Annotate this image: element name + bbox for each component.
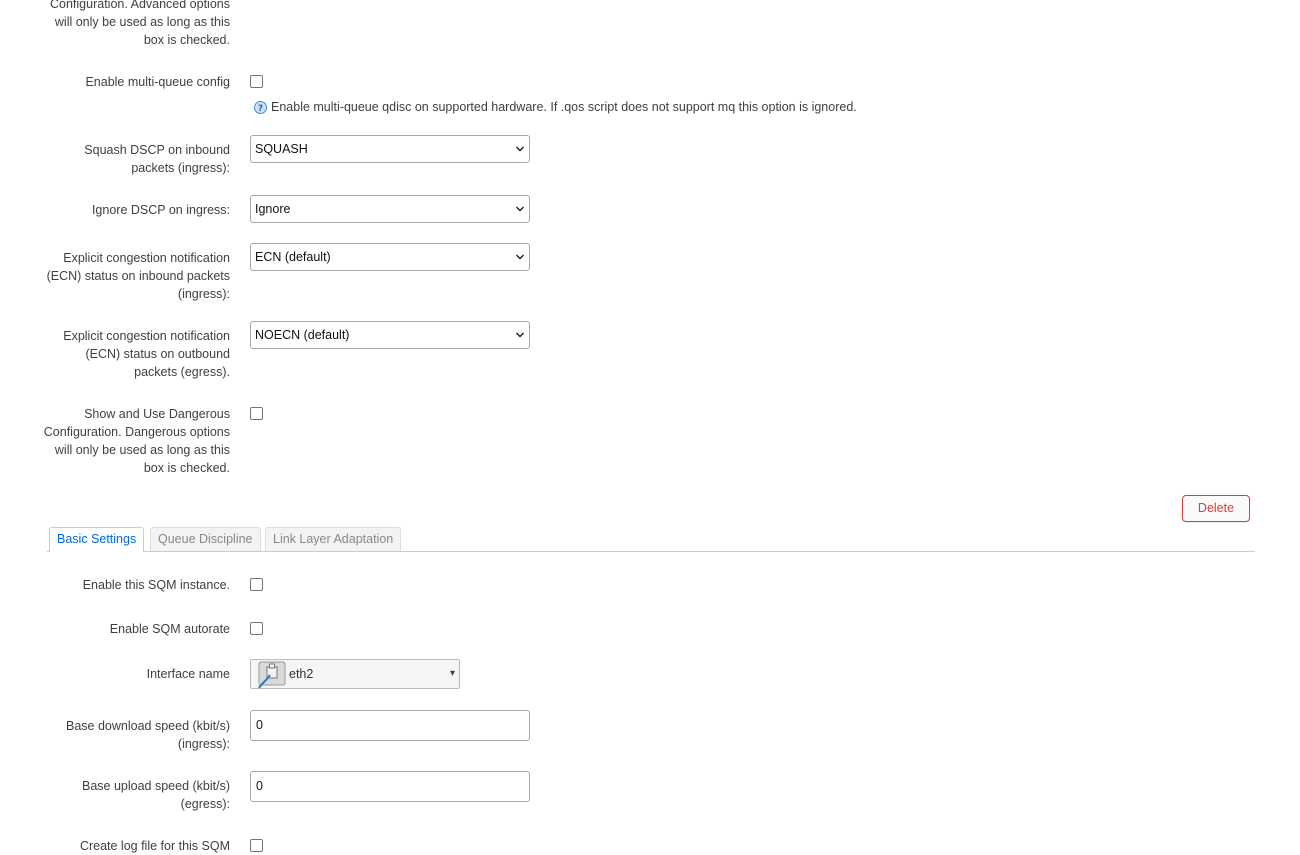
ignore-dscp-label: Ignore DSCP on ingress: bbox=[91, 203, 230, 217]
ecn-ingress-value: ECN (default) bbox=[255, 250, 331, 264]
delete-button[interactable]: Delete bbox=[1182, 495, 1250, 522]
chevron-down-icon bbox=[516, 332, 524, 338]
tab-queue-discipline[interactable]: Queue Discipline bbox=[150, 527, 261, 551]
ignore-dscp-select[interactable]: Ignore bbox=[250, 195, 530, 223]
ethernet-port-icon bbox=[256, 661, 286, 692]
enable-instance-checkbox[interactable] bbox=[250, 578, 263, 591]
squash-dscp-value: SQUASH bbox=[255, 142, 308, 156]
enable-autorate-label: Enable SQM autorate bbox=[109, 622, 230, 636]
download-speed-label: Base download speed (kbit/s) (ingress): bbox=[66, 719, 230, 751]
dropdown-arrow-icon: ▾ bbox=[449, 668, 455, 679]
squash-dscp-select[interactable]: SQUASH bbox=[250, 135, 530, 163]
multiqueue-hint-text: Enable multi-queue qdisc on supported ha… bbox=[271, 100, 857, 114]
advanced-config-label: Configuration. Advanced options will onl… bbox=[50, 0, 230, 47]
ecn-egress-label: Explicit congestion notification (ECN) s… bbox=[63, 329, 230, 379]
logfile-checkbox[interactable] bbox=[250, 839, 263, 852]
dangerous-config-label: Show and Use Dangerous Configuration. Da… bbox=[43, 407, 230, 475]
help-icon: ? bbox=[254, 101, 267, 118]
interface-select[interactable]: eth2 ▾ bbox=[250, 659, 460, 689]
multiqueue-label: Enable multi-queue config bbox=[85, 75, 230, 89]
chevron-down-icon bbox=[516, 206, 524, 212]
multiqueue-hint: ? Enable multi-queue qdisc on supported … bbox=[254, 99, 857, 118]
ecn-ingress-label: Explicit congestion notification (ECN) s… bbox=[46, 251, 230, 301]
enable-instance-label: Enable this SQM instance. bbox=[82, 578, 230, 592]
download-speed-input[interactable]: 0 bbox=[250, 710, 530, 741]
svg-text:?: ? bbox=[258, 104, 263, 114]
tab-link-layer-adaptation[interactable]: Link Layer Adaptation bbox=[265, 527, 402, 551]
dangerous-config-checkbox[interactable] bbox=[250, 407, 263, 420]
interface-value: eth2 bbox=[289, 667, 314, 681]
tab-bar: Basic Settings Queue Discipline Link Lay… bbox=[47, 527, 1255, 552]
upload-speed-input[interactable]: 0 bbox=[250, 771, 530, 802]
squash-dscp-label: Squash DSCP on inbound packets (ingress)… bbox=[84, 143, 230, 175]
enable-autorate-checkbox[interactable] bbox=[250, 622, 263, 635]
tab-basic-settings[interactable]: Basic Settings bbox=[49, 527, 145, 552]
chevron-down-icon bbox=[516, 254, 524, 260]
ecn-egress-value: NOECN (default) bbox=[255, 328, 350, 342]
multiqueue-checkbox[interactable] bbox=[250, 75, 263, 88]
ignore-dscp-value: Ignore bbox=[255, 202, 291, 216]
ecn-ingress-select[interactable]: ECN (default) bbox=[250, 243, 530, 271]
upload-speed-label: Base upload speed (kbit/s) (egress): bbox=[81, 779, 230, 811]
chevron-down-icon bbox=[516, 146, 524, 152]
ecn-egress-select[interactable]: NOECN (default) bbox=[250, 321, 530, 349]
logfile-label: Create log file for this SQM bbox=[79, 839, 230, 853]
interface-name-label: Interface name bbox=[146, 667, 230, 681]
